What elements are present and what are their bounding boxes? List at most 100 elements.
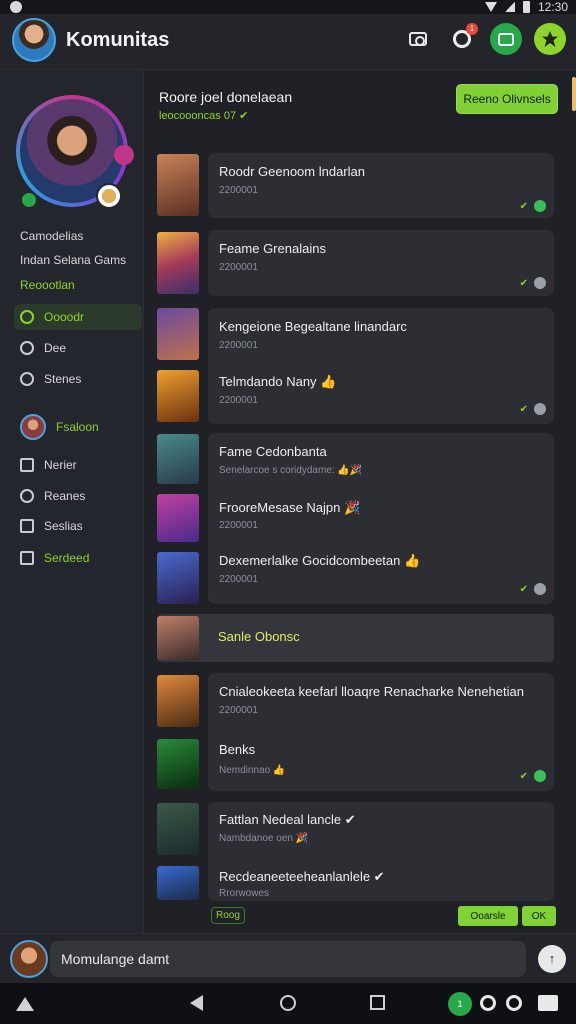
post-thumbnail[interactable] xyxy=(157,866,199,900)
wifi-icon xyxy=(484,2,497,12)
like-icon[interactable] xyxy=(534,583,546,595)
clock-icon xyxy=(20,372,34,386)
like-icon[interactable] xyxy=(534,277,546,289)
sidebar-item-6[interactable]: Serdeed xyxy=(14,545,142,571)
sidebar-text-2: Indan Selana Gams xyxy=(20,253,127,267)
like-icon[interactable] xyxy=(534,403,546,415)
clock-icon xyxy=(20,489,34,503)
assistant-icon[interactable] xyxy=(16,997,34,1011)
header-avatar[interactable] xyxy=(12,18,56,62)
post-thumbnail[interactable] xyxy=(157,154,199,216)
signal-icon xyxy=(504,2,515,12)
post-title: Benks xyxy=(219,742,256,757)
post-meta: Nemdinnao 👍 xyxy=(219,765,286,776)
post-thumbnail[interactable] xyxy=(157,803,199,855)
chat-icon xyxy=(498,32,514,46)
status-icons: 12:30 xyxy=(484,0,568,14)
post-meta: Senelarcoe s coridydame: 👍🎉 xyxy=(219,465,363,476)
circle-icon xyxy=(20,310,34,324)
notification-button[interactable]: 1 xyxy=(446,23,478,55)
sidebar-item-2[interactable]: Stenes xyxy=(14,366,142,392)
post-card[interactable]: Kengeione Begealtane linandarc 2200001 T… xyxy=(208,308,554,424)
post-card[interactable]: Fame Cedonbanta Senelarcoe s coridydame:… xyxy=(208,433,554,604)
footer-button-ok[interactable]: OK xyxy=(522,906,556,926)
sidebar-text-3: Reoootlan xyxy=(20,278,75,292)
sidebar-text-1: Camodelias xyxy=(20,229,84,243)
post-title: Cnialeokeeta keefarl lloaqre Renacharke … xyxy=(219,684,524,699)
profile-small-avatar[interactable] xyxy=(96,183,122,209)
status-time: 12:30 xyxy=(537,0,568,14)
app-shortcut-icon[interactable]: 1 xyxy=(448,992,472,1016)
post-card[interactable]: Cnialeokeeta keefarl lloaqre Renacharke … xyxy=(208,673,554,791)
feed-footer: Roog Ooarsle OK xyxy=(145,903,576,931)
footer-tag[interactable]: Roog xyxy=(211,907,245,924)
square-icon xyxy=(20,519,34,533)
post-card[interactable]: Feame Grenalains 2200001 ✔ xyxy=(208,230,554,296)
post-meta: 2200001 xyxy=(219,262,258,273)
composer-avatar[interactable] xyxy=(10,940,48,978)
main-feed: Roore joel donelaean leocoooncas 07 ✔ Re… xyxy=(145,71,576,933)
app-button[interactable] xyxy=(534,23,566,55)
post-title: Dexemerlalke Gocidcombeetan 👍 xyxy=(219,553,421,568)
camera-icon xyxy=(409,32,427,46)
chart-icon xyxy=(20,551,34,565)
sidebar-item-4[interactable]: Reanes xyxy=(14,483,142,509)
chat-button[interactable] xyxy=(490,23,522,55)
footer-button-primary[interactable]: Ooarsle xyxy=(458,906,518,926)
scroll-indicator xyxy=(572,77,576,111)
back-icon[interactable] xyxy=(190,995,203,1011)
like-icon[interactable] xyxy=(534,770,546,782)
camera-button[interactable] xyxy=(402,23,434,55)
highlight-row[interactable]: Sanle Obonsc xyxy=(157,614,554,662)
post-title: Telmdando Nany 👍 xyxy=(219,374,337,389)
highlight-label: Sanle Obonsc xyxy=(218,629,300,644)
post-title: Feame Grenalains xyxy=(219,241,326,256)
feed-action-button[interactable]: Reeno Olivnsels xyxy=(456,84,558,114)
recents-icon[interactable] xyxy=(370,995,385,1010)
post-meta: Nambdanoe oen 🎉 xyxy=(219,833,309,844)
post-thumbnail[interactable] xyxy=(157,675,199,727)
post-thumbnail[interactable] xyxy=(157,232,199,294)
sidebar-friend-label: Fsaloon xyxy=(56,420,99,434)
post-thumbnail[interactable] xyxy=(157,308,199,360)
post-thumbnail[interactable] xyxy=(157,552,199,604)
post-thumbnail[interactable] xyxy=(157,739,199,789)
post-thumbnail[interactable] xyxy=(157,434,199,484)
post-meta: 2200001 xyxy=(219,705,258,716)
post-actions: ✔ xyxy=(520,583,546,595)
post-title: FrooreMesase Najpn 🎉 xyxy=(219,500,361,515)
post-title: Fame Cedonbanta xyxy=(219,444,327,459)
sidebar-item-3[interactable]: Nerier xyxy=(14,452,142,478)
post-thumbnail[interactable] xyxy=(157,370,199,422)
post-meta: Rrorwowes xyxy=(219,888,270,899)
page-title: Komunitas xyxy=(66,29,170,51)
home-icon[interactable] xyxy=(280,995,296,1011)
notification-dot-icon xyxy=(10,1,22,13)
feed-title: Roore joel donelaean xyxy=(159,89,293,105)
post-card[interactable]: Fattlan Nedeal lancle ✔ Nambdanoe oen 🎉 … xyxy=(208,802,554,901)
search-icon xyxy=(20,341,34,355)
highlight-thumbnail xyxy=(157,616,199,660)
download-icon[interactable] xyxy=(506,995,522,1011)
sidebar-item-0[interactable]: Oooodr xyxy=(14,304,142,330)
message-input[interactable]: Momulange damt xyxy=(50,941,526,977)
post-meta: 2200001 xyxy=(219,395,258,406)
sidebar-item-5[interactable]: Seslias xyxy=(14,513,142,539)
post-card[interactable]: Roodr Geenoom lndarlan 2200001 ✔ xyxy=(208,153,554,218)
sidebar-item-1[interactable]: Dee xyxy=(14,335,142,361)
sidebar-item-label: Nerier xyxy=(44,458,77,472)
sidebar: Camodelias Indan Selana Gams Reoootlan O… xyxy=(0,71,144,933)
sidebar-item-label: Dee xyxy=(44,341,67,355)
send-button[interactable]: ↑ xyxy=(538,945,566,973)
friend-avatar xyxy=(20,414,46,440)
menu-icon[interactable] xyxy=(538,995,558,1011)
sidebar-item-label: Serdeed xyxy=(44,551,90,565)
feed-subtitle: leocoooncas 07 ✔ xyxy=(159,110,249,122)
header-actions: 1 xyxy=(402,23,566,55)
post-actions: ✔ xyxy=(520,403,546,415)
refresh-icon[interactable] xyxy=(480,995,496,1011)
post-actions: ✔ xyxy=(520,770,546,782)
sidebar-friend[interactable]: Fsaloon xyxy=(14,414,142,440)
post-thumbnail[interactable] xyxy=(157,494,199,542)
like-icon[interactable] xyxy=(534,200,546,212)
